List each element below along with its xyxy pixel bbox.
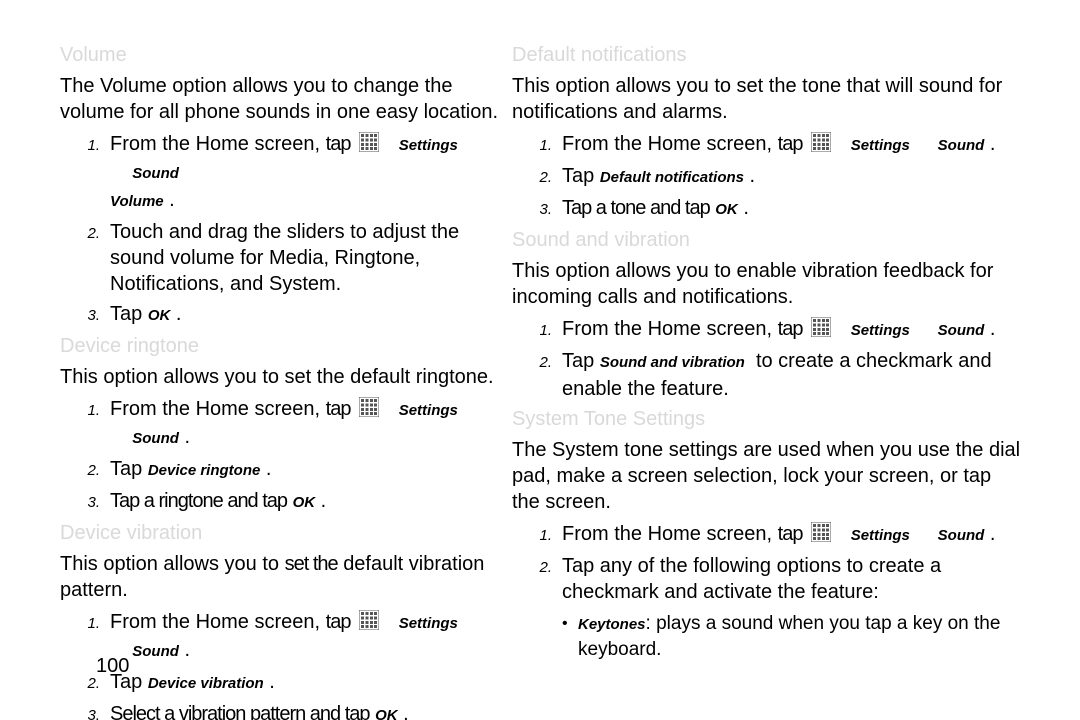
heading-device-ringtone: Device ringtone — [60, 335, 512, 358]
step-text: Tap a ringtone and tap — [110, 490, 287, 512]
step: 1 From the Home screen, tap Settings Sou… — [540, 521, 1022, 549]
step: 2 Tap Device vibration . — [88, 669, 512, 697]
intro-sound-vibration: This option allows you to enable vibrati… — [512, 258, 1022, 310]
step: 2 Touch and drag the sliders to adjust t… — [88, 219, 512, 297]
intro-default-notifications: This option allows you to set the tone t… — [512, 73, 1022, 125]
step-text: Select a vibration pattern and tap — [110, 703, 370, 720]
heading-sound-vibration: Sound and vibration — [512, 229, 1022, 252]
apps-grid-icon — [811, 132, 831, 152]
intro-volume: The Volume option allows you to change t… — [60, 73, 512, 125]
step-text: From the Home screen, — [110, 398, 320, 420]
step: 1 From the Home screen, tap Settings Sou… — [540, 316, 1022, 344]
step-text: Touch and drag the sliders to adjust the… — [110, 221, 459, 295]
left-column: Volume The Volume option allows you to c… — [0, 44, 512, 720]
ui-label: Settings — [399, 615, 458, 632]
steps-default-notifications: 1 From the Home screen, tap Settings Sou… — [512, 131, 1022, 223]
step-text: From the Home screen, — [562, 318, 772, 340]
ui-label: Settings — [399, 137, 458, 154]
heading-volume: Volume — [60, 44, 512, 67]
step: 1 From the Home screen, tap Settings Sou… — [88, 609, 512, 665]
step-text: Tap — [110, 458, 142, 480]
page-number: 100 — [96, 655, 129, 678]
two-column-layout: Volume The Volume option allows you to c… — [0, 44, 1080, 720]
intro-device-vibration: This option allows you to set the defaul… — [60, 551, 512, 603]
step-text: tap — [778, 523, 803, 545]
ui-label: OK — [293, 494, 316, 511]
ui-label: OK — [375, 707, 398, 720]
step-text: Tap — [110, 303, 142, 325]
step-text: tap — [326, 133, 351, 155]
step: 2 Tap Device ringtone . — [88, 456, 512, 484]
intro-part: set the — [285, 553, 338, 575]
intro-part: This option allows you to — [60, 553, 279, 575]
apps-grid-icon — [811, 317, 831, 337]
step: 2 Tap Default notifications . — [540, 163, 1022, 191]
apps-grid-icon — [359, 610, 379, 630]
steps-device-ringtone: 1 From the Home screen, tap Settings Sou… — [60, 396, 512, 516]
ui-label: Settings — [851, 322, 910, 339]
ui-label: Default notifications — [600, 169, 744, 186]
apps-grid-icon — [811, 522, 831, 542]
step-text: tap — [326, 611, 351, 633]
ui-label: OK — [715, 201, 738, 218]
right-column: Default notifications This option allows… — [512, 44, 1022, 720]
step-text: Tap any of the following options to crea… — [562, 555, 941, 603]
ui-label: Keytones — [578, 616, 646, 633]
step: 3 Select a vibration pattern and tap OK … — [88, 701, 512, 720]
step: 3 Tap a tone and tap OK . — [540, 195, 1022, 223]
ui-label: Sound — [132, 643, 179, 660]
step-text: tap — [326, 398, 351, 420]
ui-label: OK — [148, 307, 171, 324]
step-text: From the Home screen, — [562, 133, 772, 155]
steps-sound-vibration: 1 From the Home screen, tap Settings Sou… — [512, 316, 1022, 402]
step-text: tap — [778, 133, 803, 155]
step: 2 Tap Sound and vibration to create a ch… — [540, 348, 1022, 402]
ui-label: Settings — [851, 137, 910, 154]
apps-grid-icon — [359, 132, 379, 152]
bullet-list: Keytones: plays a sound when you tap a k… — [512, 611, 1022, 662]
ui-label: Settings — [399, 402, 458, 419]
step-text: tap — [778, 318, 803, 340]
step: 1 From the Home screen, tap Settings Sou… — [88, 396, 512, 452]
intro-device-ringtone: This option allows you to set the defaul… — [60, 364, 512, 390]
step: 1 From the Home screen, tap Settings Sou… — [88, 131, 512, 215]
heading-system-tone: System Tone Settings — [512, 408, 1022, 431]
step-text: From the Home screen, — [562, 523, 772, 545]
manual-page: Volume The Volume option allows you to c… — [0, 0, 1080, 720]
apps-grid-icon — [359, 397, 379, 417]
step: 1 From the Home screen, tap Settings Sou… — [540, 131, 1022, 159]
ui-label: Sound — [132, 165, 179, 182]
steps-volume: 1 From the Home screen, tap Settings Sou… — [60, 131, 512, 329]
step-text: From the Home screen, — [110, 133, 320, 155]
ui-label: Device ringtone — [148, 462, 261, 479]
step: 3 Tap OK . — [88, 301, 512, 329]
intro-system-tone: The System tone settings are used when y… — [512, 437, 1022, 515]
ui-label: Sound — [938, 527, 985, 544]
step: 3 Tap a ringtone and tap OK . — [88, 488, 512, 516]
ui-label: Sound — [938, 137, 985, 154]
bullet-item: Keytones: plays a sound when you tap a k… — [568, 611, 1022, 662]
ui-label: Sound and vibration — [600, 354, 745, 371]
ui-label: Sound — [132, 430, 179, 447]
heading-default-notifications: Default notifications — [512, 44, 1022, 67]
ui-label: Device vibration — [148, 675, 264, 692]
step-text: From the Home screen, — [110, 611, 320, 633]
step-text: Tap — [562, 350, 594, 372]
step-text: Tap — [562, 165, 594, 187]
ui-label: Settings — [851, 527, 910, 544]
steps-system-tone: 1 From the Home screen, tap Settings Sou… — [512, 521, 1022, 605]
step-text: Tap a tone and tap — [562, 197, 710, 219]
step: 2 Tap any of the following options to cr… — [540, 553, 1022, 605]
ui-label: Volume — [110, 193, 164, 210]
ui-label: Sound — [938, 322, 985, 339]
heading-device-vibration: Device vibration — [60, 522, 512, 545]
